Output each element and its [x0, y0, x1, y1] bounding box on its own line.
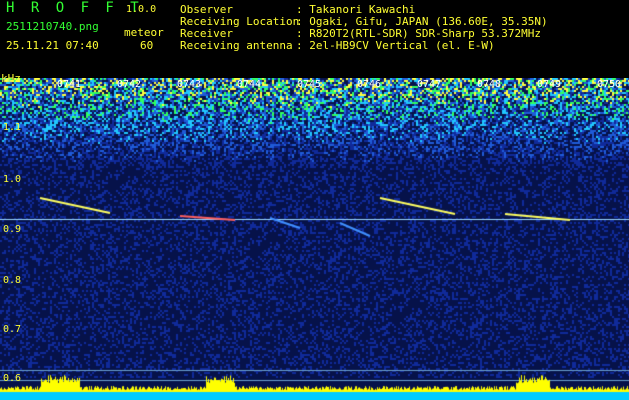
time-tick-label: 0743	[177, 79, 202, 90]
time-tick-label: 0745	[297, 79, 322, 90]
header-panel: H R O F F T 1.0.0 2511210740.png 25.11.2…	[0, 0, 629, 78]
time-tick-label: 0741	[57, 79, 82, 90]
file-name: 2511210740.png	[6, 20, 99, 33]
axis-unit-label: kHz	[1, 72, 21, 85]
y-tick-label: 0.7	[3, 324, 22, 335]
meteor-count: 60	[140, 39, 154, 52]
meteor-label: meteor	[124, 26, 164, 39]
antenna-label: Receiving antenna	[180, 39, 293, 52]
antenna-value: : 2el-HB9CV Vertical (el. E-W)	[296, 39, 495, 52]
app-title: H R O F F T	[6, 0, 143, 16]
time-tick-label: 0749	[537, 79, 562, 90]
y-tick-label: 1.0	[3, 174, 22, 185]
time-tick-label: 0744	[237, 79, 262, 90]
time-tick-label: 0746	[357, 79, 382, 90]
time-tick-label: 0750	[597, 79, 622, 90]
spectrogram	[0, 78, 629, 400]
time-tick-label: 0747	[417, 79, 442, 90]
y-tick-label: 0.9	[3, 224, 22, 235]
y-tick-label: 0.6	[3, 373, 22, 384]
y-tick-label: 1.1	[3, 122, 22, 133]
time-tick-label: 0748	[477, 79, 502, 90]
capture-datetime: 25.11.21 07:40	[6, 39, 99, 52]
y-tick-label: 0.8	[3, 275, 22, 286]
time-tick-label: 0742	[117, 79, 142, 90]
app-version: 1.0.0	[126, 4, 157, 15]
